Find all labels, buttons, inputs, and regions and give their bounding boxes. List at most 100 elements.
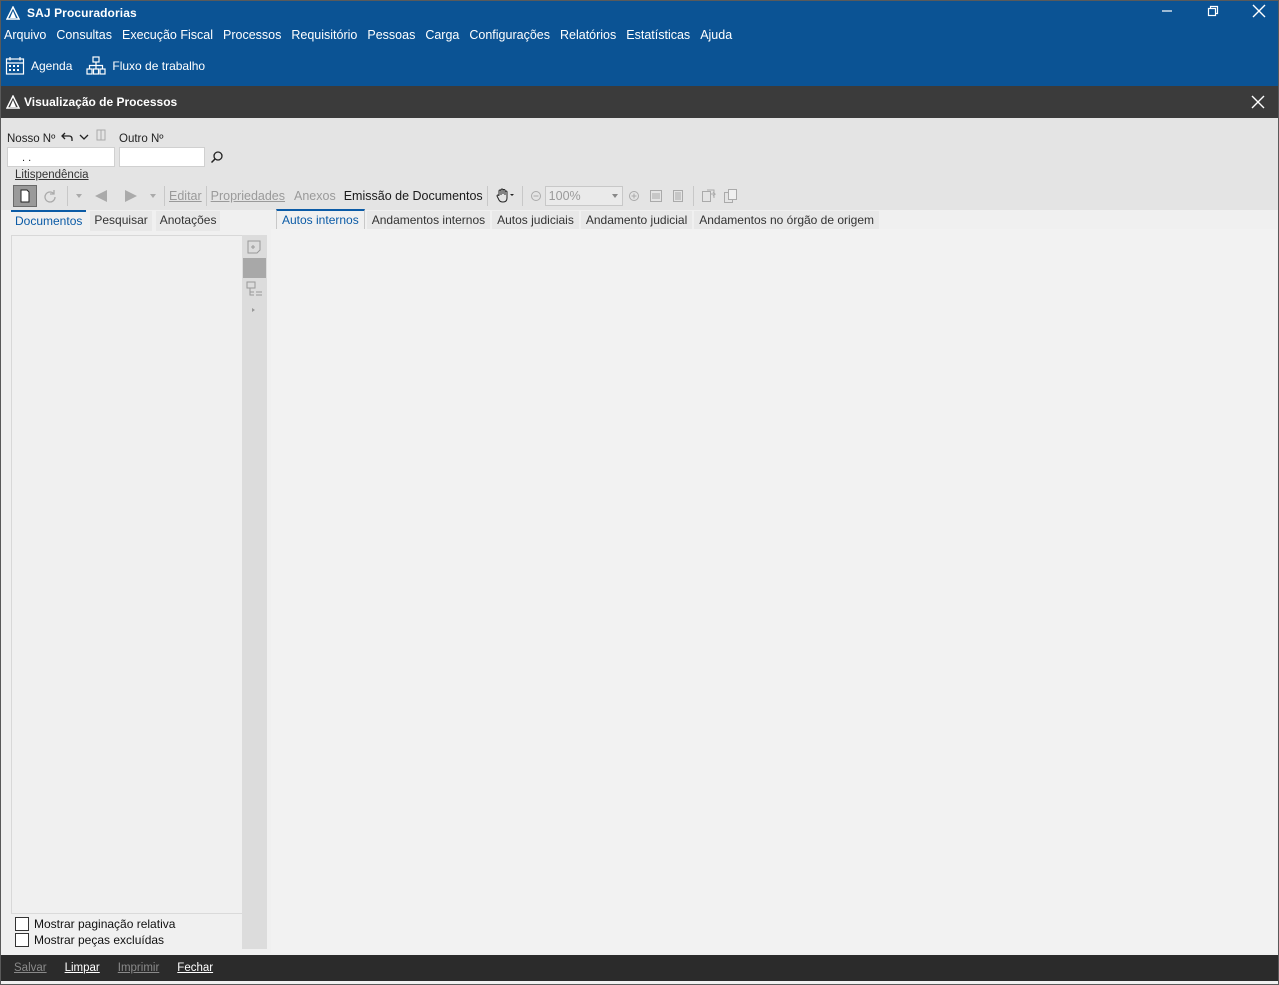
- close-app-button[interactable]: [1244, 1, 1274, 21]
- tab-pesquisar[interactable]: Pesquisar: [90, 211, 152, 231]
- document-toolbar: Editar Propriedades Anexos Emissão de Do…: [13, 184, 742, 208]
- document-view-toggle[interactable]: [13, 185, 37, 207]
- tab-autos-internos[interactable]: Autos internos: [276, 209, 365, 230]
- triangle-right-icon: [125, 190, 137, 202]
- add-note-icon: [247, 240, 261, 254]
- toolbar-separator: [205, 186, 207, 206]
- document-viewer[interactable]: [271, 229, 1277, 953]
- tab-documentos[interactable]: Documentos: [11, 210, 87, 231]
- undo-icon[interactable]: [60, 130, 74, 147]
- menu-carga[interactable]: Carga: [420, 28, 464, 42]
- menu-arquivo[interactable]: Arquivo: [1, 28, 51, 42]
- litispendencia-link[interactable]: Litispendência: [15, 169, 89, 181]
- tab-andamentos-internos[interactable]: Andamentos internos: [366, 211, 491, 230]
- mostrar-paginacao-option[interactable]: Mostrar paginação relativa: [15, 917, 175, 931]
- add-note-button[interactable]: [245, 238, 263, 256]
- tab-andamentos-orgao-origem[interactable]: Andamentos no órgão de origem: [694, 211, 880, 230]
- menu-requisitorio[interactable]: Requisitório: [286, 28, 362, 42]
- export-icon: [701, 189, 716, 202]
- window-title: Visualização de Processos: [24, 95, 178, 109]
- left-tabs: Documentos Pesquisar Anotações: [11, 210, 224, 231]
- nosso-numero-label: Nosso Nº: [7, 133, 56, 145]
- next-dropdown-icon[interactable]: [146, 185, 160, 207]
- fit-page-button[interactable]: [667, 185, 689, 207]
- restore-button[interactable]: [1198, 1, 1228, 21]
- fit-page-icon: [672, 190, 683, 202]
- copy-document-button[interactable]: [720, 185, 742, 207]
- menu-execucao-fiscal[interactable]: Execução Fiscal: [117, 28, 218, 42]
- toolbar-separator: [67, 186, 68, 206]
- selected-tool-button[interactable]: [243, 258, 266, 278]
- emissao-documentos-button[interactable]: Emissão de Documentos: [344, 185, 483, 207]
- tree-list-icon: [246, 281, 262, 296]
- agenda-button[interactable]: Agenda: [5, 56, 72, 76]
- tree-options-button[interactable]: [245, 281, 265, 299]
- footer-bar: Salvar Limpar Imprimir Fechar: [1, 955, 1278, 981]
- refresh-icon: [44, 190, 56, 203]
- fluxo-trabalho-button[interactable]: Fluxo de trabalho: [86, 55, 206, 76]
- nosso-numero-input[interactable]: [7, 147, 115, 167]
- pan-tool-button[interactable]: [492, 185, 518, 207]
- tab-andamento-judicial[interactable]: Andamento judicial: [580, 211, 693, 230]
- zoom-select[interactable]: 100%: [544, 186, 623, 206]
- fechar-button[interactable]: Fechar: [177, 962, 213, 974]
- minimize-button[interactable]: [1152, 1, 1182, 21]
- side-tool-strip: [242, 235, 267, 949]
- calendar-icon: [5, 56, 25, 75]
- title-bar: SAJ Procuradorias: [1, 1, 1278, 25]
- app-window: SAJ Procuradorias Arquivo Consultas Exec…: [0, 0, 1279, 985]
- hand-icon: [496, 188, 514, 203]
- bookmark-icon[interactable]: [96, 129, 106, 144]
- menu-estatisticas[interactable]: Estatísticas: [621, 28, 695, 42]
- mostrar-paginacao-label: Mostrar paginação relativa: [34, 917, 176, 931]
- expand-arrow-icon[interactable]: [251, 302, 257, 316]
- search-icon[interactable]: [210, 150, 224, 167]
- zoom-in-icon: [628, 191, 639, 201]
- refresh-button[interactable]: [37, 185, 63, 207]
- mostrar-excluidas-checkbox[interactable]: [15, 933, 29, 947]
- tab-anotacoes[interactable]: Anotações: [155, 211, 221, 231]
- toolbar-separator: [692, 186, 694, 206]
- fit-width-icon: [649, 190, 662, 202]
- propriedades-button[interactable]: Propriedades: [211, 185, 285, 207]
- editar-button[interactable]: Editar: [169, 185, 202, 207]
- prev-dropdown-icon[interactable]: [72, 185, 86, 207]
- zoom-in-button[interactable]: [623, 185, 645, 207]
- zoom-out-icon: [530, 191, 541, 201]
- agenda-label: Agenda: [31, 58, 73, 73]
- quick-toolbar: Agenda Fluxo de trabalho: [1, 45, 1278, 86]
- document-tree[interactable]: [11, 235, 242, 913]
- menu-consultas[interactable]: Consultas: [51, 28, 117, 42]
- saj-logo-icon: [6, 5, 22, 21]
- menu-relatorios[interactable]: Relatórios: [555, 28, 621, 42]
- outro-numero-input[interactable]: [119, 147, 205, 167]
- next-button[interactable]: [116, 185, 146, 207]
- triangle-left-icon: [95, 190, 107, 202]
- fluxo-trabalho-label: Fluxo de trabalho: [112, 58, 206, 73]
- previous-button[interactable]: [86, 185, 116, 207]
- toolbar-separator: [521, 186, 523, 206]
- mostrar-excluidas-label: Mostrar peças excluídas: [34, 933, 165, 947]
- salvar-button[interactable]: Salvar: [14, 962, 47, 974]
- menu-bar: Arquivo Consultas Execução Fiscal Proces…: [1, 25, 1278, 45]
- zoom-out-button[interactable]: [527, 185, 545, 207]
- chevron-down-icon: [611, 194, 618, 198]
- right-tabs: Autos internos Andamentos internos Autos…: [276, 209, 881, 230]
- tab-autos-judiciais[interactable]: Autos judiciais: [492, 211, 579, 230]
- anexos-button[interactable]: Anexos: [294, 185, 336, 207]
- menu-ajuda[interactable]: Ajuda: [695, 28, 737, 42]
- imprimir-button[interactable]: Imprimir: [118, 962, 160, 974]
- workflow-icon: [86, 55, 106, 75]
- limpar-button[interactable]: Limpar: [65, 962, 100, 974]
- export-document-button[interactable]: [698, 185, 720, 207]
- menu-pessoas[interactable]: Pessoas: [362, 28, 420, 42]
- menu-processos[interactable]: Processos: [218, 28, 286, 42]
- document-icon: [20, 189, 30, 203]
- app-title: SAJ Procuradorias: [27, 6, 137, 20]
- menu-configuracoes[interactable]: Configurações: [464, 28, 555, 42]
- close-window-icon[interactable]: [1250, 94, 1266, 110]
- mostrar-paginacao-checkbox[interactable]: [15, 917, 29, 931]
- mostrar-excluidas-option[interactable]: Mostrar peças excluídas: [15, 933, 164, 947]
- chevron-down-icon[interactable]: [78, 131, 90, 146]
- fit-width-button[interactable]: [645, 185, 667, 207]
